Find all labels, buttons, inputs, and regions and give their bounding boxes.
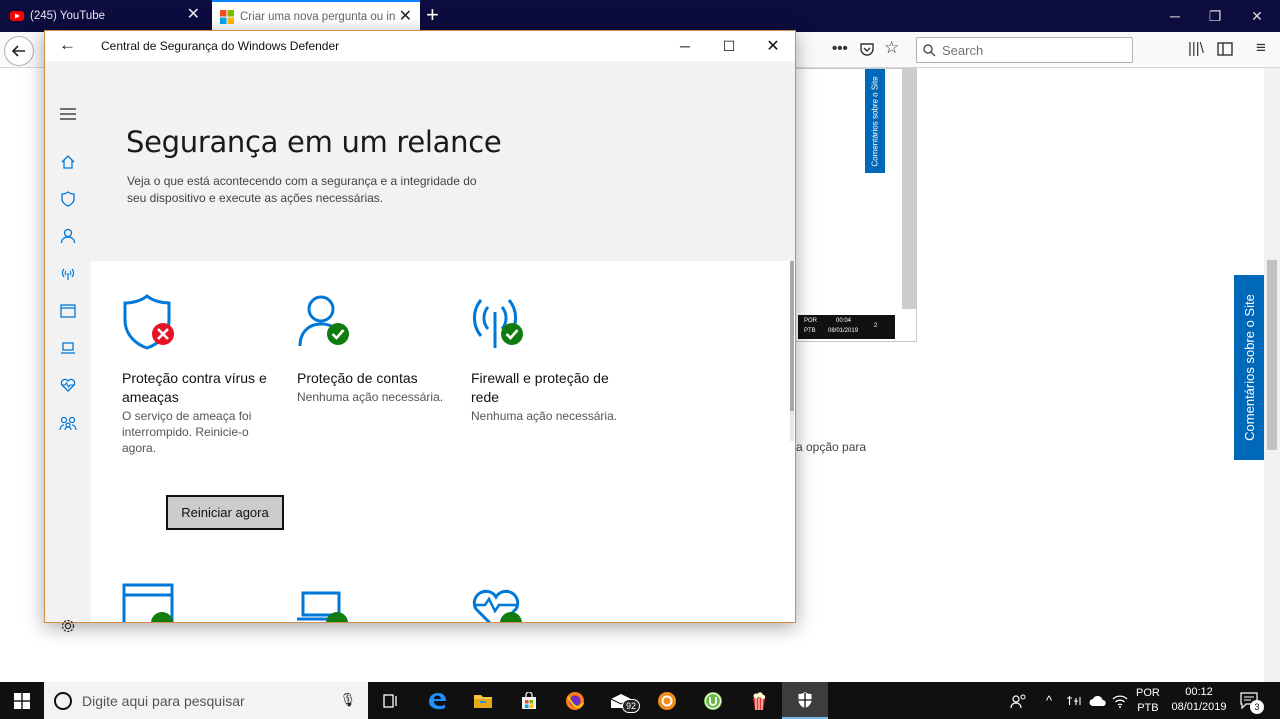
page-scrollbar[interactable] [1264,68,1280,682]
shield-icon[interactable] [45,184,91,214]
back-arrow-icon[interactable]: ← [59,35,76,55]
family-icon[interactable] [45,408,91,438]
content-scroll-thumb[interactable] [790,261,794,411]
embedded-screenshot: Comentários sobre o Site POR PTB 00:04 0… [795,68,917,342]
sidebar-toggle-icon[interactable] [1217,42,1233,56]
minimize-button[interactable]: ─ [663,31,707,61]
defender-content: Proteção contra vírus e ameaças O serviç… [91,261,795,622]
new-tab-button[interactable]: + [426,3,439,27]
windows-taskbar: Digite aqui para pesquisar 🎙 92 ^ POR PT… [0,682,1280,719]
embedded-scrollbar [902,69,916,309]
card-title: Proteção contra vírus e ameaças O serviç… [122,369,282,456]
health-heart-check-icon [472,589,522,622]
card-title: Firewall e proteção de rede Nenhuma ação… [471,369,631,424]
close-browser-button[interactable]: ✕ [1234,0,1280,32]
taskbar-clock[interactable]: 00:12 08/01/2019 [1166,685,1232,715]
page-partial-text: a opção para [796,440,867,454]
defender-window: ← Central de Segurança do Windows Defend… [44,30,796,633]
restart-now-button[interactable]: Reiniciar agora [166,495,284,530]
people-icon[interactable] [1010,682,1028,719]
card-title: Proteção de contas Nenhuma ação necessár… [297,369,457,405]
defender-title-bar: ← Central de Segurança do Windows Defend… [45,31,795,61]
edge-browser-icon[interactable] [414,682,460,719]
tab-criar-pergunta[interactable]: Criar uma nova pergunta ou in ✕ [212,0,420,32]
home-icon[interactable] [45,147,91,177]
hamburger-menu-icon[interactable] [45,99,91,129]
arrow-left-icon [12,45,25,57]
tab-youtube[interactable]: (245) YouTube ✕ [0,0,208,32]
browser-tab-bar: (245) YouTube ✕ Criar uma nova pergunta … [0,0,1280,32]
person-check-icon [298,295,349,347]
settings-gear-icon[interactable] [45,611,91,641]
hamburger-menu-icon[interactable]: ≡ [1256,38,1266,58]
shield-error-icon [123,294,174,350]
language-indicator[interactable]: POR PTB [1136,682,1160,719]
wifi-icon[interactable] [1112,682,1128,719]
cortana-icon [54,691,72,710]
card-description: Nenhuma ação necessária. [297,390,444,404]
wireless-check-icon [473,299,523,348]
app-browser-icon[interactable] [45,296,91,326]
person-icon[interactable] [45,221,91,251]
health-heart-icon[interactable] [45,370,91,400]
close-tab-icon[interactable]: ✕ [187,7,200,23]
orange-app-icon[interactable] [644,682,690,719]
input-method-icon[interactable] [1066,682,1084,719]
store-icon[interactable] [506,682,552,719]
taskbar-search-placeholder: Digite aqui para pesquisar [82,692,245,709]
notification-count-badge: 3 [1250,700,1264,714]
task-view-icon[interactable] [368,682,414,719]
show-hidden-icons-chevron-icon[interactable]: ^ [1046,682,1052,719]
close-tab-icon[interactable]: ✕ [399,9,412,25]
clock-time: 00:12 [1185,686,1213,698]
microphone-icon[interactable]: 🎙 [339,692,356,708]
defender-taskbar-icon[interactable] [782,682,828,719]
mail-badge: 92 [622,699,641,713]
feedback-tab-small: Comentários sobre o Site [865,69,885,173]
file-explorer-icon[interactable] [460,682,506,719]
page-actions-icon[interactable]: ••• [832,40,848,57]
pocket-icon[interactable] [860,42,874,56]
close-button[interactable]: ✕ [751,31,795,61]
search-icon [923,43,936,57]
laptop-icon[interactable] [45,333,91,363]
taskbar-search-box[interactable]: Digite aqui para pesquisar 🎙 [44,682,368,719]
window-title: Central de Segurança do Windows Defender [101,39,340,53]
card-description: Nenhuma ação necessária. [471,409,618,423]
windows-logo-icon [14,692,30,709]
mail-icon[interactable]: 92 [598,682,644,719]
search-placeholder: Search [942,42,984,58]
page-scroll-thumb[interactable] [1267,260,1277,450]
action-center-icon[interactable]: 3 [1240,682,1264,719]
windows-logo-icon [220,10,234,24]
language-primary: POR [1136,686,1160,699]
bookmark-star-icon[interactable]: ☆ [884,38,899,58]
onedrive-cloud-icon[interactable] [1089,682,1107,719]
content-scrollbar[interactable] [790,261,794,441]
defender-sidebar [45,61,91,633]
tab-title: (245) YouTube [30,10,106,22]
embedded-taskbar: POR PTB 00:04 08/01/2019 2 [798,315,895,339]
library-icon[interactable]: |||\ [1188,40,1204,57]
firefox-icon[interactable] [552,682,598,719]
card-description: O serviço de ameaça foi interrompido. Re… [122,409,252,455]
wireless-icon[interactable] [45,258,91,288]
page-heading: Segurança em um relance [126,125,502,159]
laptop-check-icon [297,591,348,622]
app-browser-check-icon [122,583,174,622]
restore-browser-button[interactable]: ❐ [1192,0,1238,32]
clock-date: 08/01/2019 [1171,701,1227,713]
tab-title: Criar uma nova pergunta ou in [240,11,396,23]
browser-search-field[interactable]: Search [916,37,1133,63]
language-secondary: PTB [1137,701,1159,714]
popcorn-app-icon[interactable] [736,682,782,719]
feedback-tab[interactable]: Comentários sobre o Site [1234,275,1264,460]
page-description: Veja o que está acontecendo com a segura… [127,174,477,205]
browser-back-button[interactable] [4,36,34,66]
defender-hero: Segurança em um relance Veja o que está … [91,61,795,291]
utorrent-icon[interactable] [690,682,736,719]
start-button[interactable] [0,682,44,719]
maximize-button[interactable]: ☐ [707,31,751,61]
youtube-icon [10,11,24,21]
